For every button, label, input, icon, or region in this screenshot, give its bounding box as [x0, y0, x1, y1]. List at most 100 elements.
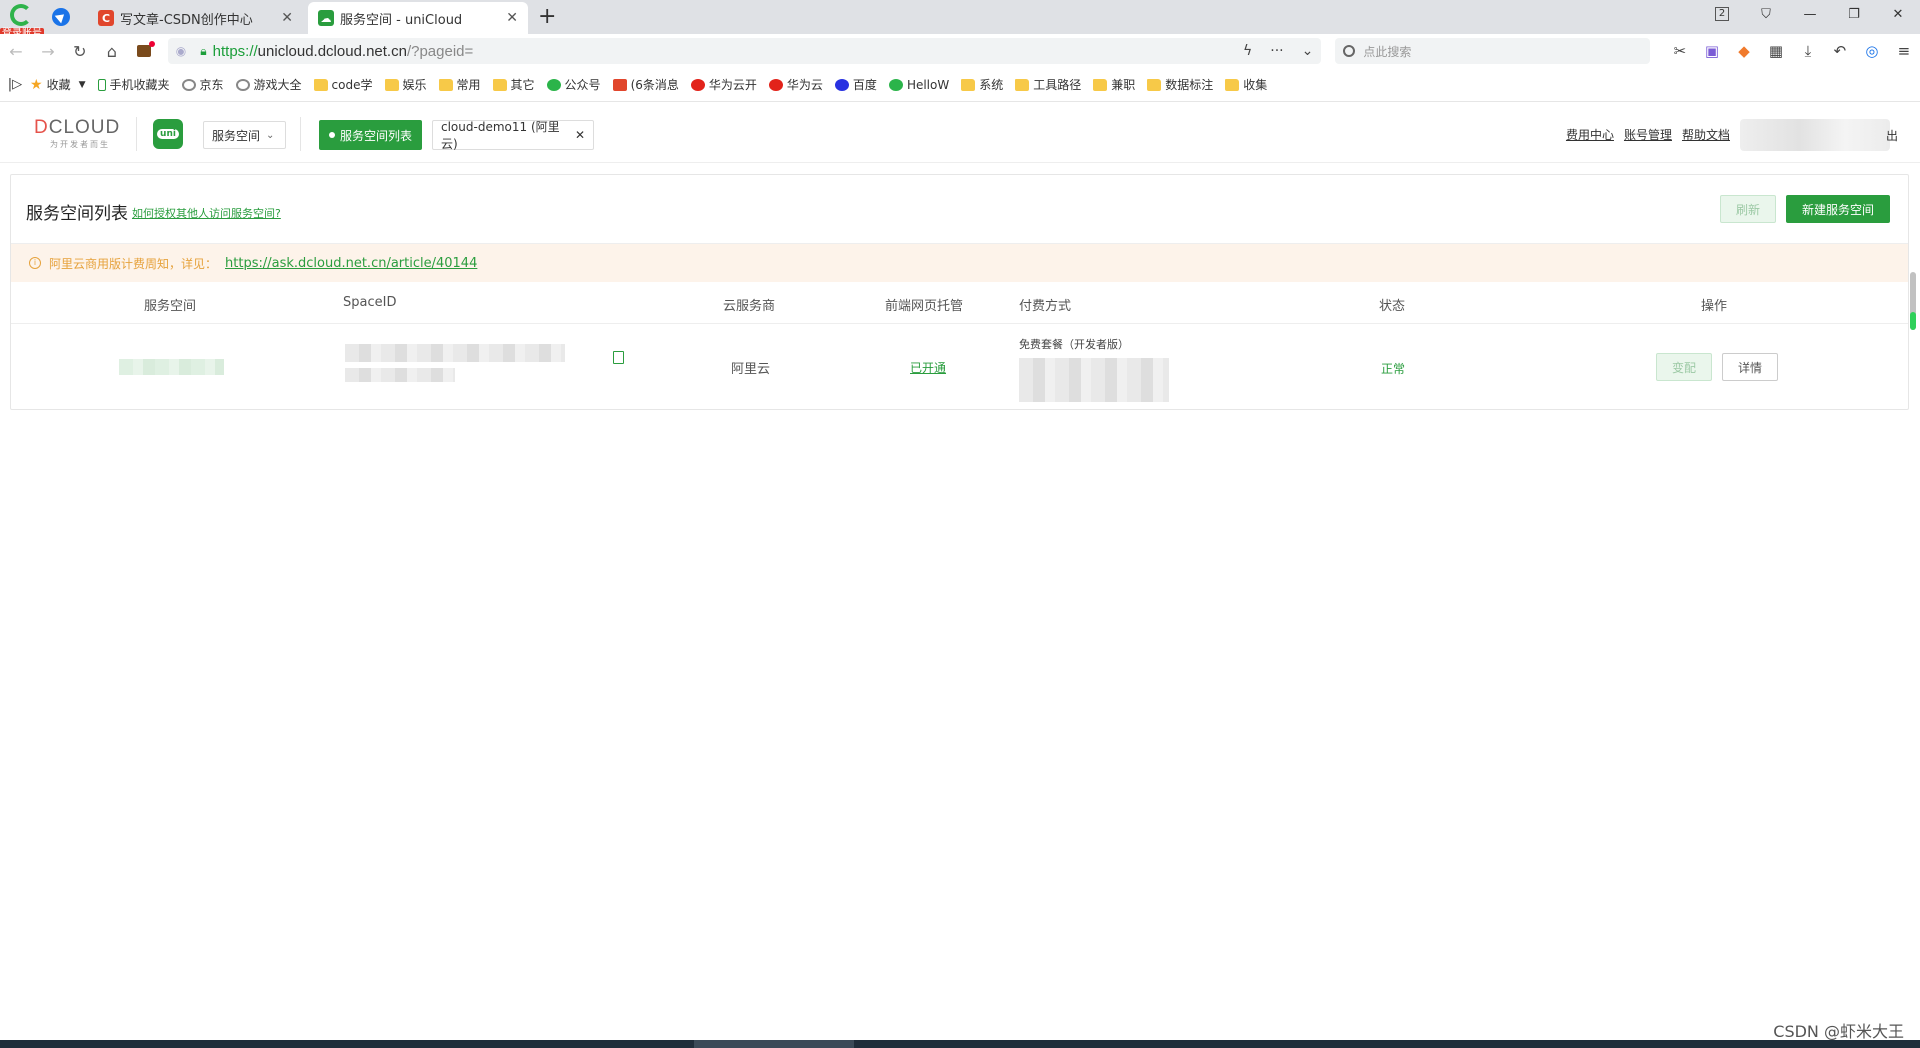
- bookmark-item[interactable]: 公众号: [546, 76, 601, 93]
- back-icon[interactable]: ←: [0, 42, 32, 61]
- column-header: SpaceID: [343, 295, 397, 310]
- link-billing[interactable]: 费用中心: [1566, 126, 1614, 143]
- bookmark-item[interactable]: 百度: [834, 76, 877, 93]
- sidebar-toggle-icon[interactable]: |▷: [0, 77, 30, 92]
- tab-space-list[interactable]: 服务空间列表: [319, 120, 422, 150]
- plan-text: 免费套餐（开发者版）: [1019, 338, 1129, 351]
- csdn-favicon-icon: C: [98, 10, 114, 26]
- space-id-blurred: [345, 368, 455, 382]
- address-bar[interactable]: ◉ 🔒︎ https://unicloud.dcloud.net.cn/?pag…: [167, 38, 1322, 64]
- close-icon[interactable]: ✕: [281, 10, 293, 26]
- chevron-down-icon[interactable]: ⌄: [1302, 43, 1314, 59]
- bookmark-item[interactable]: HelloW: [888, 78, 949, 92]
- page-header: DCLOUD 为开发者而生 uni 服务空间 ⌄ 服务空间列表 cloud-dem…: [0, 103, 1920, 163]
- dcloud-logo[interactable]: DCLOUD 为开发者而生: [34, 117, 120, 150]
- globe-icon: [181, 78, 196, 91]
- close-icon[interactable]: ✕: [575, 128, 585, 142]
- bookmark-item[interactable]: 兼职: [1093, 76, 1135, 93]
- search-placeholder: 点此搜索: [1363, 44, 1412, 59]
- folder-icon: [961, 78, 976, 91]
- game-icon[interactable]: ◆: [1728, 42, 1760, 60]
- dropdown-icon: ▼: [78, 79, 86, 90]
- user-info-blurred[interactable]: [1740, 119, 1890, 151]
- column-header: 付费方式: [1019, 299, 1072, 314]
- space-type-select[interactable]: 服务空间 ⌄: [203, 121, 286, 149]
- bookmark-item[interactable]: 京东: [181, 76, 224, 93]
- bookmark-item[interactable]: 游戏大全: [235, 76, 302, 93]
- home-icon[interactable]: ⌂: [96, 42, 128, 61]
- bookmark-item[interactable]: 数据标注: [1147, 76, 1213, 93]
- os-taskbar: [0, 1040, 1920, 1048]
- bookmark-item[interactable]: 系统: [961, 76, 1003, 93]
- forward-icon[interactable]: →: [32, 42, 64, 61]
- browser-tab-bar: 登录账号 C 写文章-CSDN创作中心 ✕ ☁ 服务空间 - uniCloud …: [0, 0, 1920, 40]
- tab-cloud-demo[interactable]: cloud-demo11 (阿里云) ✕: [432, 120, 594, 151]
- close-window-icon[interactable]: ✕: [1876, 0, 1920, 28]
- page-scrollbar[interactable]: [1910, 272, 1916, 330]
- search-input[interactable]: 点此搜索: [1335, 38, 1650, 64]
- new-space-button[interactable]: 新建服务空间: [1786, 195, 1890, 223]
- table-row: 阿里云 已开通 免费套餐（开发者版） 正常 变配 详情: [11, 324, 1908, 410]
- tab-csdn[interactable]: C 写文章-CSDN创作中心 ✕: [88, 2, 303, 34]
- bookmark-item[interactable]: 工具路径: [1015, 76, 1081, 93]
- logout-link[interactable]: 出: [1886, 127, 1898, 144]
- bookmark-item[interactable]: 娱乐: [384, 76, 427, 93]
- reload-icon[interactable]: ↻: [64, 42, 96, 61]
- uni-logo-icon[interactable]: uni: [153, 119, 183, 149]
- new-tab-button[interactable]: +: [538, 4, 556, 29]
- help-link[interactable]: 如何授权其他人访问服务空间?: [132, 205, 281, 221]
- restore-icon[interactable]: ❐: [1832, 0, 1876, 28]
- provider-text: 阿里云: [731, 362, 771, 377]
- space-id-blurred: [345, 344, 565, 362]
- close-icon[interactable]: ✕: [506, 10, 518, 26]
- apps-grid-icon[interactable]: ▦: [1760, 42, 1792, 60]
- bookmark-item[interactable]: 收集: [1225, 76, 1267, 93]
- unicloud-favicon-icon: ☁: [318, 10, 334, 26]
- column-header: 服务空间: [144, 299, 197, 314]
- briefcase-icon[interactable]: [128, 40, 160, 61]
- bookmark-item[interactable]: 华为云: [768, 76, 823, 93]
- undo-icon[interactable]: ↶: [1824, 42, 1856, 60]
- bookmark-item[interactable]: code学: [313, 76, 373, 93]
- baidu-paw-icon: [834, 78, 849, 91]
- bookmark-item[interactable]: 常用: [438, 76, 481, 93]
- hosting-status-link[interactable]: 已开通: [910, 359, 946, 376]
- scissors-icon[interactable]: ✂: [1664, 42, 1696, 60]
- status-text: 正常: [1381, 362, 1406, 376]
- menu-icon[interactable]: ≡: [1888, 42, 1920, 60]
- search-icon: [1343, 45, 1356, 57]
- taskbar-active-item[interactable]: [694, 1040, 854, 1048]
- more-icon[interactable]: ···: [1270, 43, 1283, 59]
- refresh-button[interactable]: 刷新: [1720, 195, 1776, 223]
- detail-button[interactable]: 详情: [1722, 353, 1778, 381]
- url-text[interactable]: https://unicloud.dcloud.net.cn/?pageid=: [213, 43, 1225, 60]
- tab-unicloud[interactable]: ☁ 服务空间 - uniCloud ✕: [308, 2, 528, 34]
- pinned-tab-icon[interactable]: [52, 8, 70, 26]
- extension-icons: ✂ ▣ ◆ ▦ ⤓ ↶ ◎ ≡: [1664, 42, 1920, 60]
- link-help[interactable]: 帮助文档: [1682, 126, 1730, 143]
- lightning-icon[interactable]: ϟ: [1243, 43, 1252, 59]
- browser-logo-icon[interactable]: 登录账号: [0, 4, 44, 40]
- shield-icon: ◉: [175, 44, 187, 58]
- space-table: 服务空间 SpaceID 云服务商 前端网页托管 付费方式 状态 操作 阿里云 …: [11, 282, 1908, 410]
- copy-icon[interactable]: [613, 351, 624, 364]
- wechat-icon: [888, 78, 903, 91]
- window-controls: 2 ⛉ — ❐ ✕: [1700, 0, 1920, 30]
- translate-icon[interactable]: ▣: [1696, 42, 1728, 60]
- link-account[interactable]: 账号管理: [1624, 126, 1672, 143]
- tab-count-badge[interactable]: 2: [1715, 7, 1729, 21]
- bookmark-item[interactable]: (6条消息: [612, 76, 679, 93]
- space-name-blurred[interactable]: [119, 359, 224, 375]
- notice-link[interactable]: https://ask.dcloud.net.cn/article/40144: [225, 256, 477, 271]
- bookmark-favorites[interactable]: ★ 收藏 ▼: [30, 76, 86, 93]
- plan-detail-blurred: [1019, 358, 1169, 402]
- bookmark-item[interactable]: 手机收藏夹: [97, 76, 170, 93]
- bookmark-item[interactable]: 华为云开: [690, 76, 757, 93]
- folder-icon: [438, 78, 453, 91]
- bookmark-item[interactable]: 其它: [492, 76, 535, 93]
- change-config-button[interactable]: 变配: [1656, 353, 1712, 381]
- minimize-icon[interactable]: —: [1788, 0, 1832, 28]
- ie-icon[interactable]: ◎: [1856, 42, 1888, 60]
- shirt-icon[interactable]: ⛉: [1744, 0, 1788, 28]
- download-icon[interactable]: ⤓: [1792, 42, 1824, 60]
